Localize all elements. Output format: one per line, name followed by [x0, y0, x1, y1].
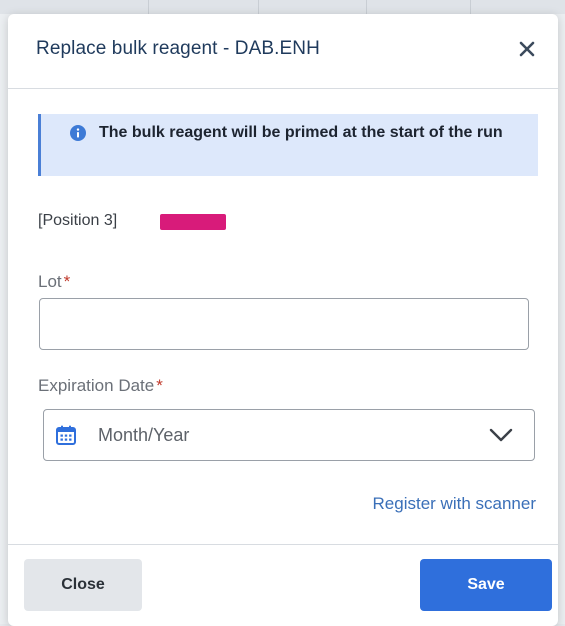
- position-label: [Position 3]: [38, 212, 118, 229]
- info-banner-text: The bulk reagent will be primed at the s…: [99, 124, 503, 141]
- info-icon: [70, 125, 86, 141]
- save-button[interactable]: Save: [420, 559, 552, 611]
- backdrop-divider: [148, 0, 149, 14]
- dialog-header: Replace bulk reagent - DAB.ENH: [8, 14, 558, 89]
- expiration-date-select[interactable]: Month/Year: [43, 409, 535, 461]
- dialog-footer: Close Save: [8, 544, 558, 626]
- expiration-label-text: Expiration Date: [38, 376, 155, 395]
- required-marker: *: [63, 272, 71, 291]
- backdrop-divider: [258, 0, 259, 14]
- info-banner: The bulk reagent will be primed at the s…: [38, 114, 538, 176]
- replace-reagent-dialog: Replace bulk reagent - DAB.ENH The bulk …: [8, 14, 558, 626]
- lot-label: Lot *: [38, 272, 70, 292]
- close-icon[interactable]: [514, 36, 540, 62]
- expiration-date-label: Expiration Date *: [38, 376, 163, 396]
- calendar-icon: [56, 425, 76, 445]
- required-marker: *: [156, 376, 163, 395]
- dialog-title: Replace bulk reagent - DAB.ENH: [36, 38, 320, 59]
- backdrop-divider: [366, 0, 367, 14]
- reagent-color-swatch: [160, 214, 226, 230]
- close-button[interactable]: Close: [24, 559, 142, 611]
- backdrop-divider: [470, 0, 471, 14]
- register-with-scanner-link[interactable]: Register with scanner: [373, 494, 536, 514]
- lot-label-text: Lot: [38, 272, 62, 291]
- date-placeholder: Month/Year: [98, 425, 190, 445]
- chevron-down-icon[interactable]: [488, 426, 514, 444]
- lot-input[interactable]: [39, 298, 529, 350]
